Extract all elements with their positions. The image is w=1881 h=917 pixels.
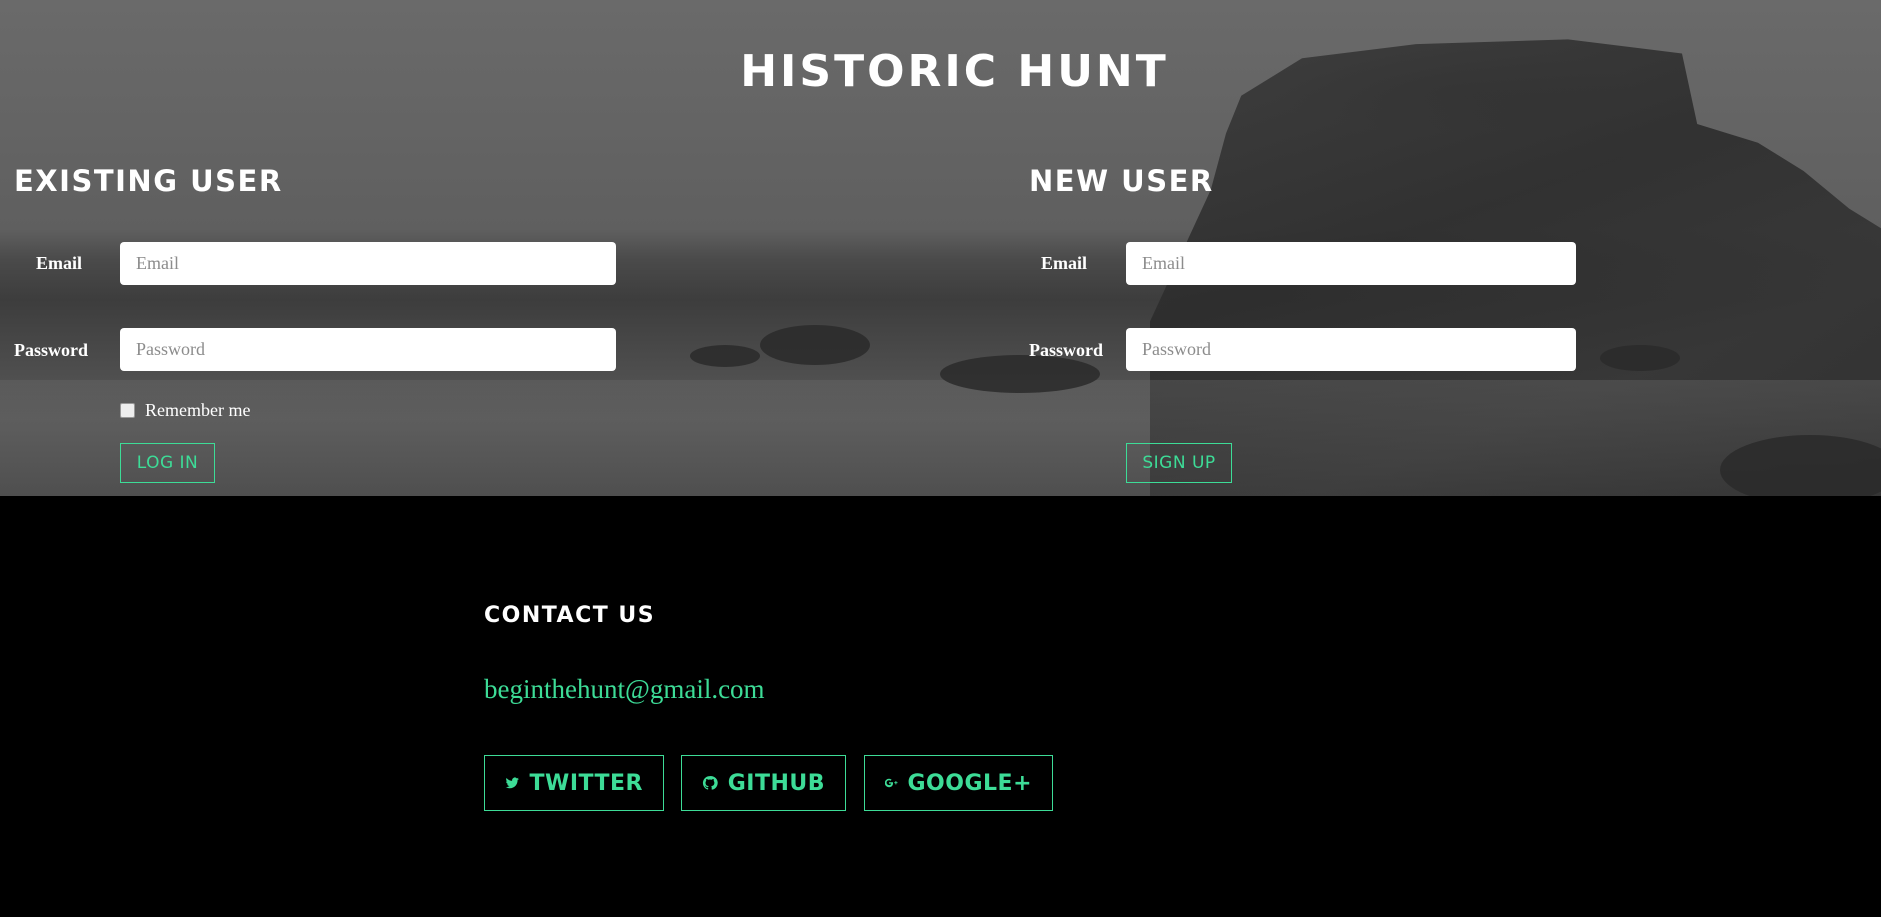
- new-password-label: Password: [1029, 340, 1104, 360]
- existing-password-label: Password: [14, 340, 89, 360]
- contact-email-link[interactable]: beginthehunt@gmail.com: [484, 674, 765, 705]
- rock-illustration: [760, 325, 870, 365]
- new-email-input[interactable]: [1126, 242, 1576, 285]
- hero-background: HISTORIC HUNT EXISTING USER Email Passwo…: [0, 0, 1881, 496]
- shoreline-illustration: [0, 380, 1881, 496]
- google-plus-button[interactable]: GOOGLE+: [864, 755, 1053, 811]
- site-title: HISTORIC HUNT: [740, 46, 1169, 97]
- sign-up-button[interactable]: SIGN UP: [1126, 443, 1232, 483]
- github-label: GITHUB: [727, 770, 825, 796]
- google-plus-label: GOOGLE+: [907, 770, 1032, 796]
- rock-illustration: [690, 345, 760, 367]
- google-plus-icon: [885, 778, 898, 788]
- github-icon: [702, 776, 718, 790]
- twitter-button[interactable]: TWITTER: [484, 755, 664, 811]
- contact-us-heading: CONTACT US: [484, 603, 656, 628]
- twitter-icon: [505, 777, 519, 789]
- github-button[interactable]: GITHUB: [681, 755, 846, 811]
- existing-password-input[interactable]: [120, 328, 616, 371]
- remember-me-checkbox[interactable]: [120, 403, 135, 418]
- rock-illustration: [1600, 345, 1680, 371]
- new-password-input[interactable]: [1126, 328, 1576, 371]
- remember-me-row: Remember me: [120, 400, 250, 421]
- existing-user-heading: EXISTING USER: [14, 164, 283, 198]
- new-email-label: Email: [1041, 253, 1088, 273]
- twitter-label: TWITTER: [529, 770, 643, 796]
- existing-email-input[interactable]: [120, 242, 616, 285]
- new-user-heading: NEW USER: [1029, 164, 1214, 198]
- existing-email-label: Email: [36, 253, 83, 273]
- remember-me-label: Remember me: [145, 400, 251, 420]
- log-in-button[interactable]: LOG IN: [120, 443, 215, 483]
